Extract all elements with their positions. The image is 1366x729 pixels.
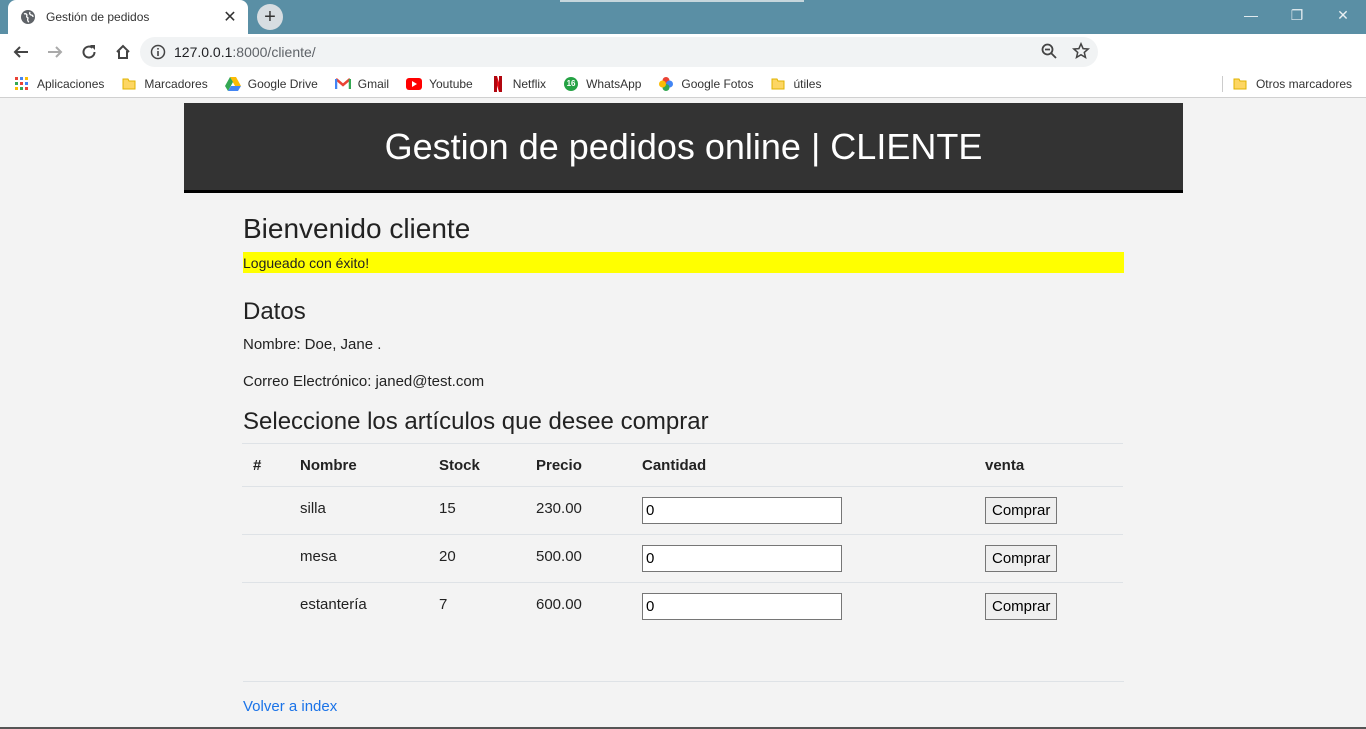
quantity-cell bbox=[631, 582, 974, 631]
bookmark-google-drive[interactable]: Google Drive bbox=[224, 76, 318, 92]
row-number bbox=[242, 486, 289, 535]
article-stock: 7 bbox=[428, 582, 525, 631]
table-row: silla 15 230.00 Comprar bbox=[242, 486, 1123, 535]
bookmark-label: Youtube bbox=[429, 76, 473, 91]
bookmark-label: Netflix bbox=[512, 76, 547, 91]
youtube-icon bbox=[406, 76, 423, 92]
address-bar[interactable]: 127.0.0.1:8000/cliente/ bbox=[140, 37, 1098, 67]
article-stock: 15 bbox=[428, 486, 525, 535]
restore-icon[interactable]: ❐ bbox=[1274, 0, 1320, 30]
close-window-icon[interactable]: ✕ bbox=[1320, 0, 1366, 30]
bookmark-utiles[interactable]: útiles bbox=[770, 76, 821, 92]
page-title: Gestion de pedidos online | CLIENTE bbox=[384, 125, 983, 167]
row-number bbox=[242, 582, 289, 631]
row-number bbox=[242, 534, 289, 583]
bookmark-label: Aplicaciones bbox=[37, 76, 105, 91]
bookmark-label: Gmail bbox=[357, 76, 390, 91]
page-header: Gestion de pedidos online | CLIENTE bbox=[184, 103, 1183, 193]
bookmark-label: Otros marcadores bbox=[1255, 77, 1352, 91]
article-name: estantería bbox=[289, 582, 428, 631]
bookmark-netflix[interactable]: Netflix bbox=[490, 75, 547, 92]
table-row: mesa 20 500.00 Comprar bbox=[242, 534, 1123, 583]
info-icon[interactable] bbox=[150, 44, 166, 60]
bookmark-google-fotos[interactable]: Google Fotos bbox=[658, 76, 753, 92]
bookmark-gmail[interactable]: Gmail bbox=[334, 76, 390, 92]
column-header: # bbox=[242, 443, 289, 487]
bookmark-label: Google Fotos bbox=[681, 76, 754, 91]
tab-strip-highlight bbox=[560, 0, 804, 2]
column-header: Stock bbox=[428, 443, 525, 487]
bookmark-other[interactable]: Otros marcadores bbox=[1233, 70, 1352, 98]
datos-heading: Datos bbox=[243, 298, 306, 325]
new-tab-button[interactable]: + bbox=[257, 4, 283, 30]
close-tab-icon[interactable]: ✕ bbox=[222, 7, 238, 27]
google-photos-icon bbox=[658, 76, 674, 92]
buy-button[interactable]: Comprar bbox=[985, 497, 1058, 524]
reload-icon[interactable] bbox=[73, 36, 105, 68]
article-name: silla bbox=[289, 486, 428, 535]
quantity-cell bbox=[631, 486, 974, 535]
url-text: 127.0.0.1:8000/cliente/ bbox=[174, 44, 316, 60]
buy-button[interactable]: Comprar bbox=[985, 545, 1058, 572]
google-drive-icon bbox=[224, 76, 241, 92]
buy-button[interactable]: Comprar bbox=[985, 593, 1058, 620]
globe-icon bbox=[21, 10, 35, 24]
folder-icon bbox=[770, 76, 786, 92]
customer-email: Correo Electrónico: janed@test.com bbox=[243, 373, 485, 390]
article-price: 230.00 bbox=[525, 486, 631, 535]
gmail-icon bbox=[334, 76, 351, 92]
bookmark-youtube[interactable]: Youtube bbox=[406, 76, 473, 92]
folder-icon bbox=[1233, 76, 1249, 92]
zoom-icon[interactable] bbox=[1040, 42, 1058, 60]
login-success-alert: Logueado con éxito! bbox=[243, 252, 1124, 273]
article-name: mesa bbox=[289, 534, 428, 583]
whatsapp-icon: 16 bbox=[563, 76, 579, 92]
buy-cell: Comprar bbox=[974, 582, 1123, 631]
quantity-input[interactable] bbox=[642, 593, 842, 620]
welcome-heading: Bienvenido cliente bbox=[243, 213, 471, 244]
column-header: Nombre bbox=[289, 443, 428, 487]
column-header: Cantidad bbox=[631, 443, 974, 487]
home-icon[interactable] bbox=[107, 36, 139, 68]
customer-name: Nombre: Doe, Jane . bbox=[243, 336, 382, 353]
netflix-icon bbox=[490, 75, 506, 92]
folder-icon bbox=[121, 76, 137, 92]
minimize-icon[interactable]: — bbox=[1228, 0, 1274, 30]
bookmarks-separator bbox=[1222, 76, 1223, 92]
article-price: 500.00 bbox=[525, 534, 631, 583]
column-header: Precio bbox=[525, 443, 631, 487]
article-stock: 20 bbox=[428, 534, 525, 583]
browser-toolbar: 127.0.0.1:8000/cliente/ Tp M bbox=[0, 34, 1366, 97]
star-icon[interactable] bbox=[1072, 42, 1090, 60]
bookmark-label: Google Drive bbox=[247, 76, 318, 91]
tab-title: Gestión de pedidos bbox=[46, 10, 150, 24]
articles-heading: Seleccione los artículos que desee compr… bbox=[243, 408, 709, 435]
bookmarks-bar: Aplicaciones Marcadores Google Drive Gma… bbox=[0, 70, 1366, 98]
bookmark-apps[interactable]: Aplicaciones bbox=[14, 76, 104, 92]
column-header: venta bbox=[974, 443, 1123, 487]
apps-grid-icon bbox=[14, 76, 30, 92]
table-row: estantería 7 600.00 Comprar bbox=[242, 582, 1123, 631]
buy-cell: Comprar bbox=[974, 486, 1123, 535]
back-to-index-link[interactable]: Volver a index bbox=[243, 698, 337, 715]
browser-tab[interactable]: Gestión de pedidos ✕ bbox=[8, 0, 248, 34]
quantity-input[interactable] bbox=[642, 497, 842, 524]
buy-cell: Comprar bbox=[974, 534, 1123, 583]
bookmark-marcadores[interactable]: Marcadores bbox=[121, 76, 208, 92]
quantity-cell bbox=[631, 534, 974, 583]
bookmark-label: Marcadores bbox=[144, 76, 208, 91]
bookmark-label: WhatsApp bbox=[586, 76, 642, 91]
back-icon[interactable] bbox=[5, 36, 37, 68]
table-header-row: # Nombre Stock Precio Cantidad venta bbox=[242, 443, 1123, 487]
articles-table: # Nombre Stock Precio Cantidad venta sil… bbox=[242, 443, 1123, 631]
quantity-input[interactable] bbox=[642, 545, 842, 572]
bookmark-whatsapp[interactable]: 16 WhatsApp bbox=[563, 76, 641, 92]
bookmark-label: útiles bbox=[793, 76, 822, 91]
forward-icon[interactable] bbox=[39, 36, 71, 68]
tab-strip: Gestión de pedidos ✕ + — ❐ ✕ bbox=[0, 0, 1366, 34]
article-price: 600.00 bbox=[525, 582, 631, 631]
footer-divider bbox=[243, 681, 1124, 682]
